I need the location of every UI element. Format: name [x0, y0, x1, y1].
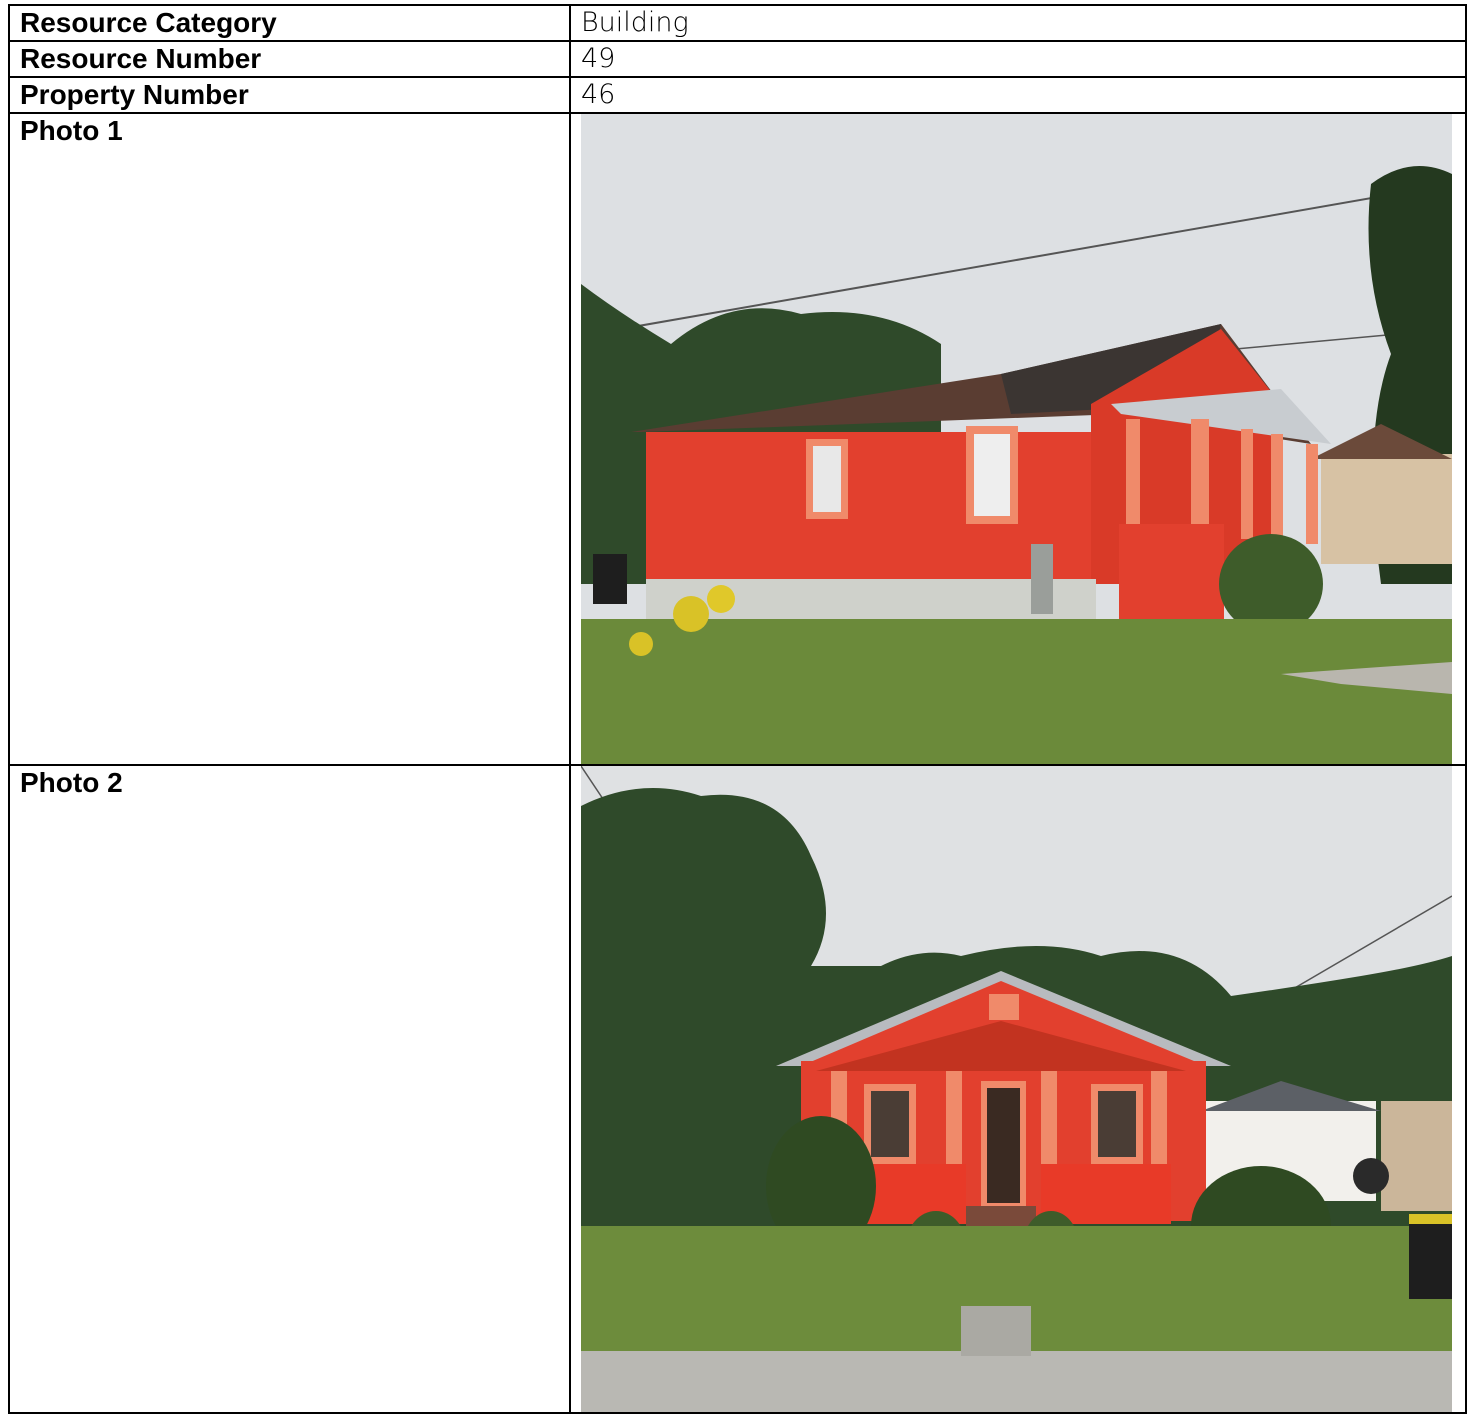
resource-number-value: 49 [569, 40, 1467, 78]
row-photo-2: Photo 2 [8, 764, 1467, 1414]
photo-1-label: Photo 1 [8, 112, 571, 766]
photo-1-image [581, 114, 1452, 764]
row-photo-1: Photo 1 [8, 112, 1467, 766]
resource-category-value: Building [569, 4, 1467, 42]
house-side-view-photo [581, 114, 1452, 764]
house-front-view-photo [581, 766, 1452, 1412]
row-resource-category: Resource Category Building [8, 4, 1467, 42]
property-number-value: 46 [569, 76, 1467, 114]
row-property-number: Property Number 46 [8, 76, 1467, 114]
photo-2-cell [569, 764, 1467, 1414]
resource-form: Resource Category Building Resource Numb… [8, 4, 1467, 1414]
resource-number-label: Resource Number [8, 40, 571, 78]
property-number-label: Property Number [8, 76, 571, 114]
resource-category-label: Resource Category [8, 4, 571, 42]
photo-2-label: Photo 2 [8, 764, 571, 1414]
photo-2-image [581, 766, 1452, 1412]
photo-1-cell [569, 112, 1467, 766]
resource-table: Resource Category Building Resource Numb… [8, 4, 1467, 1414]
row-resource-number: Resource Number 49 [8, 40, 1467, 78]
